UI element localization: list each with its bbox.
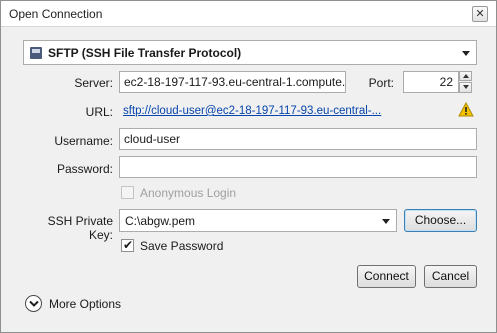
password-input[interactable] — [119, 156, 477, 178]
open-connection-dialog: Open Connection ✕ SFTP (SSH File Transfe… — [0, 0, 497, 333]
ssh-key-label: SSH Private Key: — [47, 214, 113, 242]
port-input[interactable]: 22 — [403, 71, 459, 93]
cancel-button[interactable]: Cancel — [424, 265, 477, 288]
chevron-down-icon — [382, 219, 390, 224]
drive-icon — [30, 47, 42, 59]
arrow-up-icon — [463, 74, 469, 78]
arrow-down-icon — [463, 85, 469, 89]
port-decrement-button[interactable] — [459, 82, 472, 93]
ssh-key-select[interactable]: C:\abgw.pem — [119, 209, 397, 232]
protocol-select[interactable]: SFTP (SSH File Transfer Protocol) — [23, 40, 477, 65]
chevron-down-circle-icon — [29, 300, 39, 307]
more-options-label[interactable]: More Options — [49, 297, 121, 311]
connect-button[interactable]: Connect — [357, 265, 416, 288]
expand-more-options-button[interactable] — [25, 295, 42, 312]
password-label: Password: — [56, 162, 113, 176]
warning-icon — [458, 102, 474, 117]
username-label: Username: — [54, 134, 113, 148]
anonymous-login-checkbox[interactable] — [121, 186, 134, 199]
anonymous-login-label: Anonymous Login — [140, 186, 237, 200]
chevron-down-icon — [462, 51, 470, 56]
port-label: Port: — [368, 76, 394, 90]
server-label: Server: — [74, 76, 113, 90]
save-password-checkbox[interactable]: ✔ — [121, 238, 134, 252]
checkmark-icon: ✔ — [123, 238, 134, 252]
url-link[interactable]: sftp://cloud-user@ec2-18-197-117-93.eu-c… — [123, 105, 381, 117]
port-increment-button[interactable] — [459, 71, 472, 81]
dialog-title: Open Connection — [9, 7, 103, 21]
ssh-key-value: C:\abgw.pem — [125, 214, 196, 228]
save-password-label: Save Password — [140, 239, 224, 253]
protocol-value: SFTP (SSH File Transfer Protocol) — [48, 46, 242, 60]
choose-key-button[interactable]: Choose... — [404, 209, 477, 232]
server-input[interactable]: ec2-18-197-117-93.eu-central-1.compute. — [119, 71, 346, 93]
close-button[interactable]: ✕ — [472, 6, 488, 22]
url-label: URL: — [85, 105, 113, 119]
username-input[interactable]: cloud-user — [119, 128, 477, 150]
close-icon: ✕ — [475, 8, 485, 20]
title-bar: Open Connection ✕ — [1, 1, 496, 27]
